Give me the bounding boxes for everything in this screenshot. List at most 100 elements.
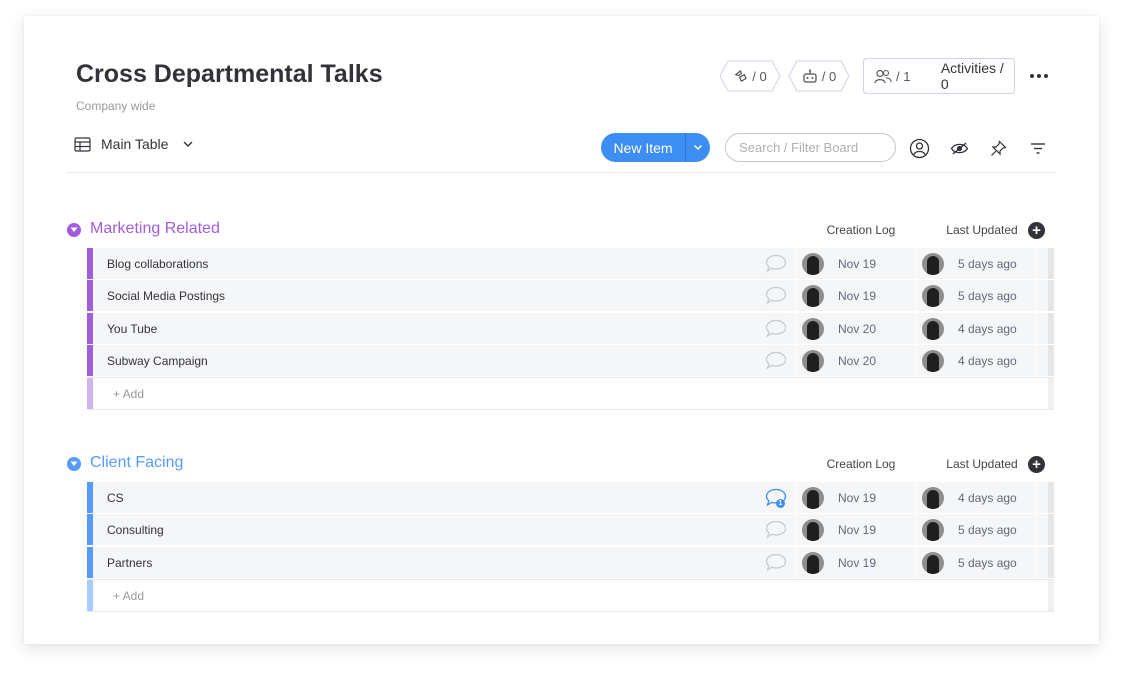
avatar: [802, 317, 824, 340]
updates-bubble-icon[interactable]: [757, 313, 795, 344]
automations-button[interactable]: / 0: [788, 60, 850, 92]
row-end-cell: [1035, 280, 1054, 311]
creation-log-cell[interactable]: Nov 19: [795, 248, 915, 279]
integrations-button[interactable]: / 0: [719, 60, 781, 92]
pin-icon[interactable]: [987, 137, 1009, 159]
row-end-cell: [1035, 482, 1054, 513]
robot-icon: [803, 69, 817, 83]
view-selector[interactable]: Main Table: [74, 136, 194, 152]
chevron-down-icon: [693, 144, 703, 151]
board-description[interactable]: Company wide: [76, 99, 155, 113]
avatar: [922, 349, 944, 372]
item-name[interactable]: Consulting: [93, 523, 757, 537]
updates-bubble-icon[interactable]: [757, 547, 795, 578]
column-header-last-updated[interactable]: Last Updated: [921, 457, 1043, 471]
updates-count-badge: 1: [776, 499, 785, 508]
item-name[interactable]: CS: [93, 491, 757, 505]
chevron-down-icon: [183, 141, 193, 147]
item-name[interactable]: Partners: [93, 556, 757, 570]
creation-log-cell[interactable]: Nov 19: [795, 482, 915, 513]
view-name: Main Table: [101, 136, 169, 152]
integrations-count: / 0: [752, 68, 767, 84]
creation-log-cell[interactable]: Nov 20: [795, 313, 915, 344]
integrations-icon: [734, 69, 748, 82]
item-name[interactable]: Subway Campaign: [93, 354, 757, 368]
toolbar-divider: [66, 172, 1056, 173]
creation-log-cell[interactable]: Nov 19: [795, 514, 915, 545]
updates-bubble-icon[interactable]: 1: [757, 482, 795, 513]
add-item-row[interactable]: + Add: [87, 579, 1054, 612]
avatar: [802, 349, 824, 372]
updates-bubble-icon[interactable]: [757, 248, 795, 279]
group-collapse-icon[interactable]: [67, 457, 81, 471]
board-card: Cross Departmental Talks Company wide / …: [24, 16, 1099, 644]
table-icon: [74, 136, 91, 152]
item-name[interactable]: You Tube: [93, 322, 757, 336]
updates-bubble-icon[interactable]: [757, 345, 795, 376]
updates-bubble-icon[interactable]: [757, 514, 795, 545]
group-client-facing: Client Facing Creation Log Last Updated …: [66, 450, 1056, 630]
row-end-cell: [1035, 345, 1054, 376]
row-end-cell: [1035, 547, 1054, 578]
group-marketing-related: Marketing Related Creation Log Last Upda…: [66, 216, 1056, 416]
filter-icon[interactable]: [1027, 137, 1049, 159]
avatar: [922, 317, 944, 340]
members-button[interactable]: / 1: [864, 69, 931, 84]
last-updated-cell[interactable]: 4 days ago: [915, 313, 1035, 344]
board-title[interactable]: Cross Departmental Talks: [76, 60, 383, 89]
table-row[interactable]: Partners Nov 19 5 days ago: [87, 547, 1054, 578]
avatar: [802, 252, 824, 275]
add-item-label: + Add: [113, 588, 145, 603]
last-updated-cell[interactable]: 5 days ago: [915, 248, 1035, 279]
group-title[interactable]: Client Facing: [90, 454, 183, 472]
group-collapse-icon[interactable]: [67, 223, 81, 237]
table-row[interactable]: You Tube Nov 20 4 days ago: [87, 313, 1054, 344]
last-updated-cell[interactable]: 5 days ago: [915, 547, 1035, 578]
row-end-cell: [1048, 580, 1054, 611]
add-item-label: + Add: [113, 386, 145, 401]
avatar: [922, 551, 944, 574]
table-row[interactable]: Social Media Postings Nov 19 5 days ago: [87, 280, 1054, 311]
row-end-cell: [1035, 514, 1054, 545]
updates-bubble-icon[interactable]: [757, 280, 795, 311]
creation-log-cell[interactable]: Nov 19: [795, 547, 915, 578]
column-header-creation-log[interactable]: Creation Log: [800, 223, 922, 237]
new-item-button[interactable]: New Item: [601, 133, 710, 162]
creation-log-cell[interactable]: Nov 20: [795, 345, 915, 376]
last-updated-cell[interactable]: 4 days ago: [915, 345, 1035, 376]
members-activities-box: / 1 Activities / 0: [863, 58, 1015, 94]
creation-log-cell[interactable]: Nov 19: [795, 280, 915, 311]
last-updated-cell[interactable]: 5 days ago: [915, 514, 1035, 545]
search-input[interactable]: [725, 133, 896, 162]
item-name[interactable]: Social Media Postings: [93, 289, 757, 303]
add-column-icon[interactable]: +: [1028, 456, 1045, 473]
table-row[interactable]: Blog collaborations Nov 19 5 days ago: [87, 248, 1054, 279]
column-header-last-updated[interactable]: Last Updated: [921, 223, 1043, 237]
row-end-cell: [1048, 378, 1054, 409]
last-updated-cell[interactable]: 4 days ago: [915, 482, 1035, 513]
row-end-cell: [1035, 313, 1054, 344]
add-item-row[interactable]: + Add: [87, 377, 1054, 410]
avatar: [802, 486, 824, 509]
activities-button[interactable]: Activities / 0: [931, 60, 1014, 92]
avatar: [922, 486, 944, 509]
group-header: Marketing Related Creation Log Last Upda…: [66, 216, 1056, 244]
hide-eye-icon[interactable]: [948, 137, 970, 159]
item-name[interactable]: Blog collaborations: [93, 257, 757, 271]
people-icon: [874, 69, 892, 83]
new-item-label: New Item: [613, 139, 673, 156]
add-column-icon[interactable]: +: [1028, 222, 1045, 239]
group-title[interactable]: Marketing Related: [90, 220, 220, 238]
more-options-icon[interactable]: [1028, 66, 1050, 86]
last-updated-cell[interactable]: 5 days ago: [915, 280, 1035, 311]
avatar: [802, 284, 824, 307]
group-header: Client Facing Creation Log Last Updated …: [66, 450, 1056, 478]
avatar: [922, 284, 944, 307]
table-row[interactable]: Consulting Nov 19 5 days ago: [87, 514, 1054, 545]
table-row[interactable]: Subway Campaign Nov 20 4 days ago: [87, 345, 1054, 376]
table-row[interactable]: CS 1 Nov 19 4 days ago: [87, 482, 1054, 513]
new-item-dropdown[interactable]: [686, 144, 710, 151]
person-filter-icon[interactable]: [908, 137, 930, 159]
avatar: [802, 518, 824, 541]
column-header-creation-log[interactable]: Creation Log: [800, 457, 922, 471]
